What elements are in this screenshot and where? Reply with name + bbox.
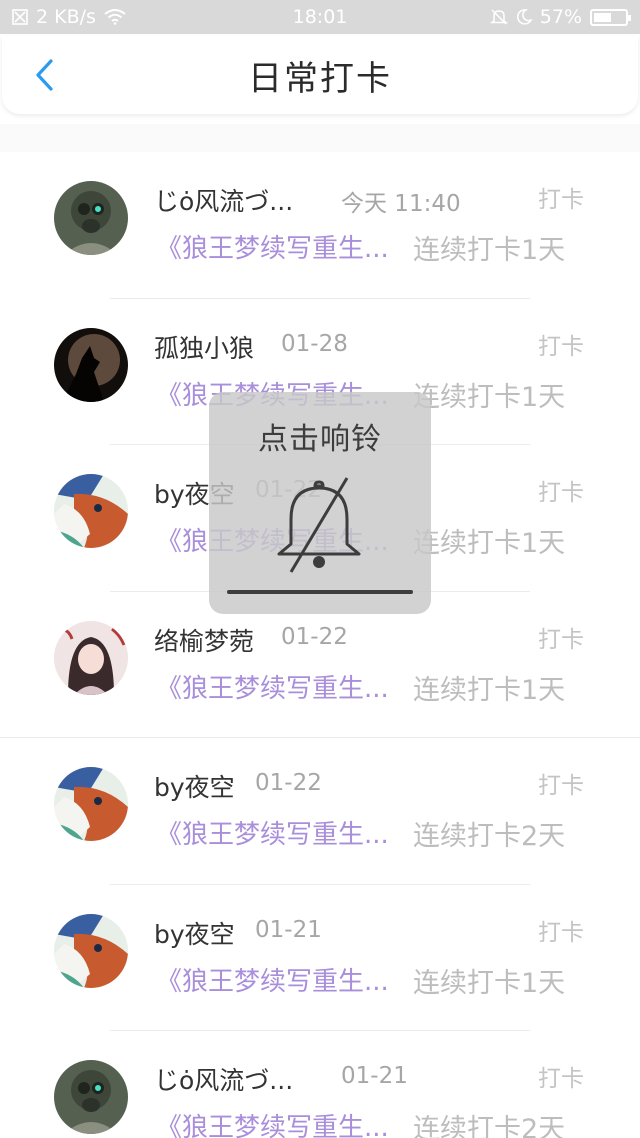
streak-count: 连续打卡1天	[413, 674, 566, 706]
checkin-list: じȯ风流づ... 今天 11:40 打卡 《狼王梦续写重生... 连续打卡1天 孤独小狼 0…	[0, 124, 640, 1138]
avatar[interactable]	[54, 913, 128, 988]
app-header: 日常打卡	[2, 36, 638, 114]
checkin-action-button[interactable]: 打卡	[538, 473, 584, 507]
book-title-link[interactable]: 《狼王梦续写重生...	[156, 668, 389, 705]
user-name: 孤独小狼	[154, 333, 255, 363]
bell-muted-icon	[277, 477, 361, 573]
checkin-action-button[interactable]: 打卡	[538, 1059, 584, 1093]
checkin-time: 今天 11:40	[341, 191, 461, 217]
avatar[interactable]	[54, 474, 128, 548]
user-name: by夜空	[154, 919, 235, 949]
wifi-icon	[104, 9, 126, 25]
checkin-time: 01-21	[341, 1063, 408, 1089]
checkin-action-button[interactable]: 打卡	[538, 180, 584, 214]
checkin-action-button[interactable]: 打卡	[538, 913, 584, 947]
moon-icon	[516, 9, 532, 25]
checkin-row[interactable]: by夜空 01-22 打卡《狼王梦续写重生... 连续打卡2天	[0, 738, 640, 885]
battery-icon	[590, 8, 631, 26]
user-name: by夜空	[154, 773, 235, 802]
user-name: じȯ风流づ...	[154, 187, 294, 216]
streak-count: 连续打卡2天	[413, 821, 566, 852]
status-left: 2 KB/s	[12, 6, 126, 28]
checkin-row[interactable]: by夜空 01-21 打卡《狼王梦续写重生... 连续打卡1天	[0, 885, 640, 1032]
book-title-link[interactable]: 《狼王梦续写重生...	[156, 961, 389, 998]
checkin-row[interactable]: じȯ风流づ... 今天 11:40 打卡《狼王梦续写重生... 连续打卡1天	[0, 152, 640, 299]
battery-level	[594, 12, 611, 22]
user-name: 络榆梦菀	[154, 626, 255, 656]
status-right: 57%	[489, 6, 631, 28]
streak-count: 连续打卡1天	[413, 235, 566, 266]
book-title-link[interactable]: 《狼王梦续写重生...	[156, 814, 389, 851]
streak-count: 连续打卡2天	[413, 1114, 566, 1138]
sim-off-icon	[12, 9, 28, 25]
streak-count: 连续打卡1天	[413, 381, 566, 413]
avatar[interactable]	[54, 327, 128, 402]
book-title-link[interactable]: 《狼王梦续写重生...	[156, 228, 389, 265]
avatar[interactable]	[54, 767, 128, 841]
avatar[interactable]	[54, 1060, 128, 1134]
chevron-left-icon	[36, 59, 53, 91]
page-title: 日常打卡	[248, 58, 392, 99]
toast-text: 点击响铃	[258, 422, 382, 457]
checkin-time: 01-28	[281, 330, 348, 357]
toast-progress-bar	[227, 590, 413, 594]
streak-count: 连续打卡1天	[413, 528, 566, 559]
bell-off-icon	[489, 9, 508, 25]
checkin-action-button[interactable]: 打卡	[538, 620, 584, 654]
checkin-time: 01-22	[281, 623, 348, 650]
battery-percent: 57%	[539, 6, 582, 28]
checkin-action-button[interactable]: 打卡	[538, 766, 584, 800]
ring-toast: 点击响铃	[209, 392, 431, 614]
list-top-gap	[0, 124, 640, 152]
back-button[interactable]	[22, 50, 66, 100]
network-speed: 2 KB/s	[36, 6, 96, 28]
checkin-row[interactable]: じȯ风流づ... 01-21 打卡《狼王梦续写重生... 连续打卡2天	[0, 1031, 640, 1138]
checkin-time: 01-22	[255, 770, 322, 796]
checkin-rows: じȯ风流づ... 今天 11:40 打卡 《狼王梦续写重生... 连续打卡1天 孤独小狼 0…	[0, 152, 640, 1138]
checkin-time: 01-21	[255, 916, 322, 943]
user-name: じȯ风流づ...	[154, 1066, 294, 1095]
checkin-action-button[interactable]: 打卡	[538, 327, 584, 361]
avatar[interactable]	[54, 181, 128, 255]
book-title-link[interactable]: 《狼王梦续写重生...	[156, 1107, 389, 1138]
streak-count: 连续打卡1天	[413, 967, 566, 999]
status-bar: 2 KB/s 18:01 57%	[0, 0, 640, 34]
avatar[interactable]	[54, 620, 128, 695]
